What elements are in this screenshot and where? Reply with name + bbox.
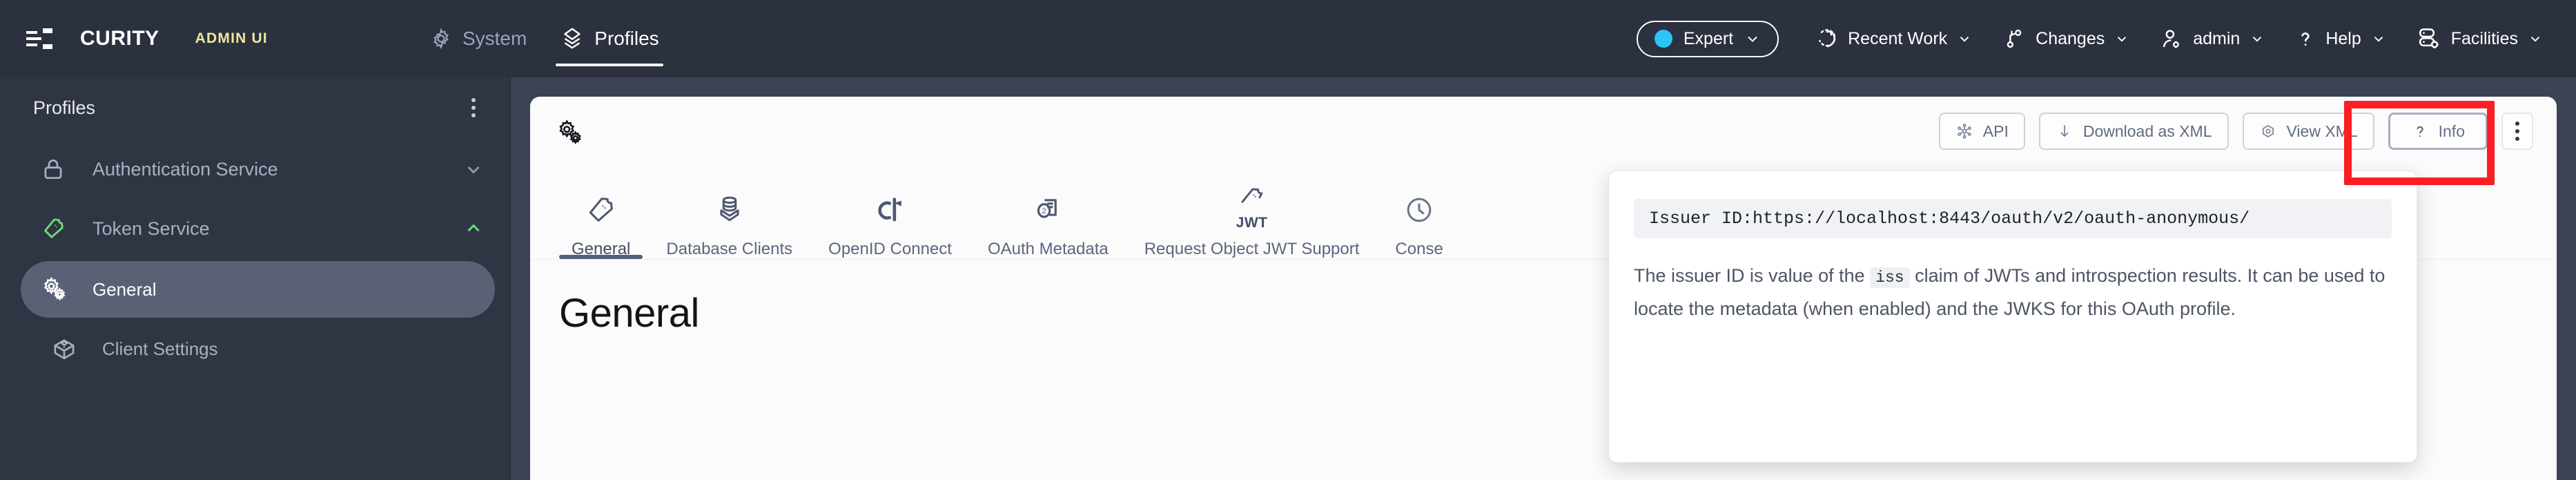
chevron-down-icon[interactable] — [463, 159, 484, 180]
admin-user-menu[interactable]: admin — [2145, 27, 2280, 50]
expert-mode-dot-icon — [1655, 30, 1672, 48]
top-navigation: System Profiles — [413, 0, 676, 77]
tab-database-clients-label: Database Clients — [666, 240, 792, 259]
info-button[interactable]: Info — [2388, 113, 2488, 150]
lock-icon — [40, 156, 75, 182]
api-nodes-icon — [1955, 122, 1973, 140]
brand-name: CURITY — [80, 27, 159, 50]
gears-icon — [40, 275, 76, 304]
changes-menu[interactable]: Changes — [1987, 27, 2145, 50]
chevron-down-icon — [2371, 31, 2386, 46]
curity-logo-icon — [26, 24, 69, 53]
sidebar-item-client-settings-label: Client Settings — [102, 338, 218, 360]
eye-target-icon — [2259, 122, 2277, 140]
chevron-down-icon — [2250, 31, 2265, 46]
jwt-icon-text: JWT — [1236, 215, 1268, 231]
card-overflow-menu-icon[interactable] — [2501, 113, 2533, 150]
sidebar-group-label: Token Service — [92, 218, 463, 240]
tab-general[interactable]: General — [554, 165, 648, 259]
tab-consent-label: Conse — [1395, 240, 1443, 259]
download-as-xml-label: Download as XML — [2083, 122, 2212, 141]
sidebar-header: Profiles — [0, 77, 510, 123]
tab-consent[interactable]: Conse — [1377, 165, 1461, 259]
tab-openid-connect[interactable]: OpenID Connect — [810, 165, 970, 259]
expert-mode-label: Expert — [1684, 29, 1733, 49]
token-tag-icon — [40, 215, 75, 242]
sidebar-item-general[interactable]: General — [21, 261, 495, 318]
nav-item-profiles[interactable]: Profiles — [543, 0, 675, 77]
tab-request-object-jwt-support[interactable]: JWT Request Object JWT Support — [1126, 165, 1378, 259]
chevron-down-icon — [2114, 31, 2129, 46]
facilities-menu[interactable]: Facilities — [2401, 26, 2558, 51]
tab-database-clients[interactable]: Database Clients — [648, 165, 810, 259]
api-button[interactable]: API — [1939, 113, 2025, 150]
info-text-before: The issuer ID is value of the — [1634, 265, 1865, 286]
tab-openid-connect-label: OpenID Connect — [828, 240, 952, 259]
info-tooltip-panel: Issuer ID:https://localhost:8443/oauth/v… — [1608, 171, 2417, 463]
chevron-down-icon — [1744, 30, 1761, 47]
user-gear-icon — [2160, 27, 2183, 50]
expert-mode-selector[interactable]: Expert — [1637, 21, 1779, 57]
view-xml-label: View XML — [2287, 122, 2358, 141]
recent-work-menu[interactable]: Recent Work — [1799, 27, 1987, 50]
nav-item-system-label: System — [462, 28, 527, 50]
token-tag-icon — [584, 189, 618, 231]
tab-general-label: General — [572, 240, 630, 259]
top-right-actions: Expert Recent Work Changes — [1637, 21, 2558, 57]
recent-work-label: Recent Work — [1848, 29, 1947, 49]
gear-icon — [429, 27, 453, 50]
sidebar-title: Profiles — [33, 97, 95, 119]
chevron-down-icon — [1957, 31, 1972, 46]
branch-icon — [2002, 27, 2026, 50]
tab-oauth-metadata[interactable]: 2 OAuth Metadata — [970, 165, 1126, 259]
iss-inline-code: iss — [1870, 267, 1909, 288]
card-toolbar: API Download as XML View XML — [530, 97, 2557, 166]
oauth-metadata-icon: 2 — [1031, 189, 1065, 231]
jwt-icon — [1235, 176, 1269, 219]
changes-label: Changes — [2036, 29, 2105, 49]
database-clients-icon — [712, 189, 747, 231]
facilities-label: Facilities — [2451, 29, 2518, 49]
top-bar: CURITY ADMIN UI System Profiles Expert — [0, 0, 2576, 77]
info-button-label: Info — [2439, 122, 2465, 141]
gears-icon — [555, 117, 585, 151]
info-description: The issuer ID is value of the iss claim … — [1634, 259, 2392, 325]
nav-item-profiles-label: Profiles — [594, 28, 658, 50]
brand: CURITY ADMIN UI — [26, 24, 268, 53]
sidebar-group-token-service[interactable]: Token Service — [0, 199, 510, 258]
tab-oauth-metadata-label: OAuth Metadata — [988, 240, 1109, 259]
admin-label: admin — [2193, 29, 2240, 49]
question-icon — [2295, 27, 2316, 50]
history-icon — [1815, 27, 1838, 50]
api-button-label: API — [1983, 122, 2009, 141]
consent-clock-icon — [1402, 189, 1436, 231]
sidebar: Profiles Authentication Service Token Se… — [0, 77, 511, 480]
openid-icon — [873, 189, 908, 231]
brand-subtitle: ADMIN UI — [195, 30, 268, 47]
server-gear-icon — [2417, 26, 2441, 51]
sidebar-group-authentication-service[interactable]: Authentication Service — [0, 140, 510, 199]
box-gear-icon — [50, 334, 86, 363]
issuer-id-code: Issuer ID:https://localhost:8443/oauth/v… — [1634, 199, 2392, 238]
layers-icon — [560, 26, 585, 51]
chevron-up-icon[interactable] — [463, 218, 484, 239]
toolbar-actions: API Download as XML View XML — [1939, 113, 2533, 150]
nav-item-system[interactable]: System — [413, 0, 543, 77]
download-arrow-icon — [2056, 122, 2074, 140]
sidebar-kebab-icon[interactable] — [463, 93, 484, 123]
sidebar-item-general-label: General — [92, 279, 157, 300]
tab-request-object-jwt-support-label: Request Object JWT Support — [1144, 240, 1360, 259]
help-menu[interactable]: Help — [2280, 27, 2401, 50]
svg-text:2: 2 — [1042, 207, 1046, 215]
download-as-xml-button[interactable]: Download as XML — [2039, 113, 2229, 150]
chevron-down-icon — [2528, 31, 2543, 46]
sidebar-item-client-settings[interactable]: Client Settings — [30, 320, 495, 377]
question-icon — [2411, 122, 2429, 141]
sidebar-group-label: Authentication Service — [92, 159, 463, 180]
help-label: Help — [2325, 29, 2361, 49]
view-xml-button[interactable]: View XML — [2243, 113, 2374, 150]
